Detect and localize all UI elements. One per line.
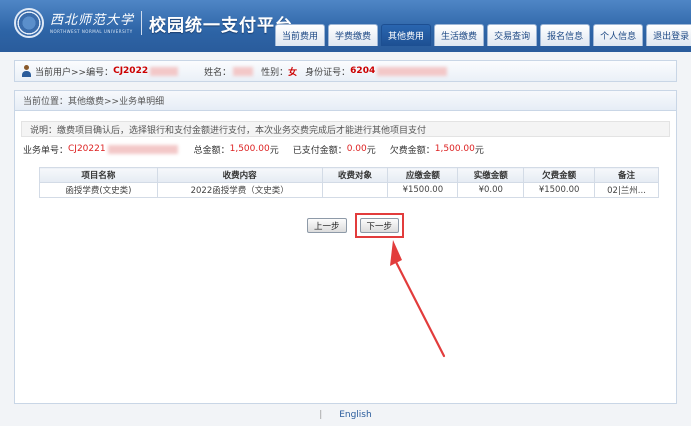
footer-divider: | xyxy=(319,410,323,420)
next-step-button[interactable]: 下一步 xyxy=(359,218,400,233)
id-number-label: 身份证号： xyxy=(305,67,351,78)
col-header-content: 收费内容 xyxy=(156,167,323,183)
col-header-target: 收费对象 xyxy=(321,167,389,183)
paid-amount-label: 已支付金额： xyxy=(292,145,347,156)
bill-summary: 业务单号： CJ20221 总金额： 1,500.00 元 已支付金额： 0.0… xyxy=(23,142,676,156)
order-number-value: CJ20221 xyxy=(68,144,106,154)
cell-due: ¥1500.00 xyxy=(387,182,459,198)
cell-owed: ¥1500.00 xyxy=(523,182,596,198)
gender-value: 女 xyxy=(288,67,298,78)
cell-content: 2022函授学费（文史类） xyxy=(156,182,323,198)
total-amount-unit: 元 xyxy=(269,145,279,156)
cell-target xyxy=(321,182,389,198)
col-header-owed: 欠费金额 xyxy=(523,167,596,183)
paid-amount-value: 0.00 xyxy=(346,144,367,154)
nav-tuition-payment[interactable]: 学费缴费 xyxy=(328,24,379,46)
nav-current-fees[interactable]: 当前费用 xyxy=(275,24,326,46)
next-step-highlight: 下一步 xyxy=(354,213,405,238)
nav-logout[interactable]: 退出登录 xyxy=(646,24,691,46)
logo-divider xyxy=(141,11,143,35)
university-seal-icon xyxy=(14,8,44,38)
name-label: 姓名： xyxy=(204,67,232,78)
platform-title: 校园统一支付平台 xyxy=(149,15,294,36)
owed-amount-unit: 元 xyxy=(474,145,484,156)
school-name: 西北师范大学 NORTHWEST NORMAL UNIVERSITY xyxy=(50,13,134,34)
id-number-value: 6204 xyxy=(350,66,376,76)
user-info-bar: 当前用户>>编号： CJ2022 姓名： 性别： 女 身份证号： 6204 xyxy=(14,60,677,82)
col-header-item-name: 项目名称 xyxy=(39,167,158,183)
gender-label: 性别： xyxy=(261,67,289,78)
footer: | English xyxy=(0,410,691,426)
cell-item-name: 函授学费(文史类) xyxy=(39,182,158,198)
nav-transaction-query[interactable]: 交易查询 xyxy=(487,24,538,46)
prev-step-button[interactable]: 上一步 xyxy=(307,218,347,233)
owed-amount-value: 1,500.00 xyxy=(434,144,475,154)
school-name-en: NORTHWEST NORMAL UNIVERSITY xyxy=(50,28,133,34)
fee-items-table: 项目名称 收费内容 收费对象 应缴金额 实缴金额 欠费金额 备注 函授学费(文史… xyxy=(39,167,659,198)
paid-amount-unit: 元 xyxy=(366,145,376,156)
col-header-remark: 备注 xyxy=(594,167,659,183)
total-amount-value: 1,500.00 xyxy=(229,144,270,154)
main-nav: 当前费用 学费缴费 其他费用 生活缴费 交易查询 报名信息 个人信息 退出登录 xyxy=(275,24,691,46)
owed-amount-label: 欠费金额： xyxy=(389,145,435,156)
header: 西北师范大学 NORTHWEST NORMAL UNIVERSITY 校园统一支… xyxy=(0,0,691,52)
user-icon xyxy=(21,65,32,77)
english-link[interactable]: English xyxy=(339,410,372,420)
school-name-cn: 西北师范大学 xyxy=(50,12,135,28)
cell-remark: 02|兰州... xyxy=(594,182,659,198)
col-header-paid: 实缴金额 xyxy=(457,167,525,183)
table-header-row: 项目名称 收费内容 收费对象 应缴金额 实缴金额 欠费金额 备注 xyxy=(39,167,659,183)
order-number-label: 业务单号： xyxy=(23,145,69,156)
bill-detail-panel: 当前位置：其他缴费>>业务单明细 说明：缴费项目确认后，选择银行和支付金额进行支… xyxy=(14,90,677,404)
step-buttons: 上一步 下一步 xyxy=(307,213,405,238)
table-row: 函授学费(文史类) 2022函授学费（文史类） ¥1500.00 ¥0.00 ¥… xyxy=(39,182,659,198)
total-amount-label: 总金额： xyxy=(193,145,230,156)
logo: 西北师范大学 NORTHWEST NORMAL UNIVERSITY 校园统一支… xyxy=(14,8,293,38)
nav-personal-info[interactable]: 个人信息 xyxy=(593,24,644,46)
redacted-name xyxy=(233,66,254,76)
user-id-value: CJ2022 xyxy=(113,66,149,76)
nav-living-payment[interactable]: 生活缴费 xyxy=(434,24,485,46)
redacted-order-number xyxy=(107,144,178,154)
cell-paid: ¥0.00 xyxy=(457,182,525,198)
current-user-label: 当前用户>>编号： xyxy=(35,67,114,78)
breadcrumb: 当前位置：其他缴费>>业务单明细 xyxy=(15,91,676,111)
nav-registration-info[interactable]: 报名信息 xyxy=(540,24,591,46)
payment-note: 说明：缴费项目确认后，选择银行和支付金额进行支付，本次业务交费完成后才能进行其他… xyxy=(21,121,670,137)
col-header-due: 应缴金额 xyxy=(387,167,459,183)
redacted-user-id xyxy=(150,66,179,76)
nav-other-fees[interactable]: 其他费用 xyxy=(381,24,432,46)
redacted-id-number xyxy=(377,66,448,76)
